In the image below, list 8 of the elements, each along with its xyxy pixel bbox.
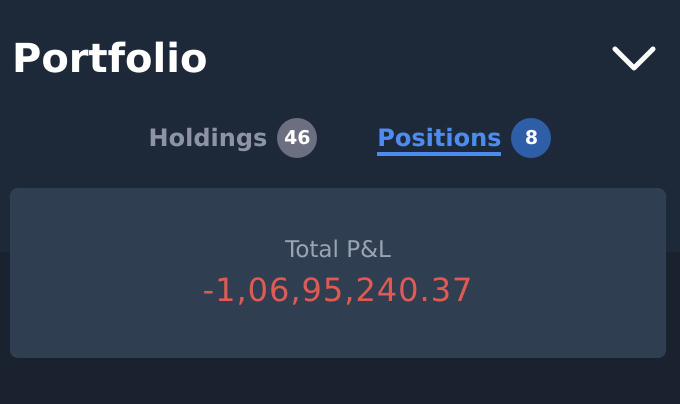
tab[interactable]: Positions 8 bbox=[377, 118, 552, 172]
pnl-label: Total P&L bbox=[285, 237, 391, 263]
tab[interactable]: Holdings 46 bbox=[148, 118, 318, 172]
pnl-value: -1,06,95,240.37 bbox=[202, 271, 474, 309]
chevron-down-icon[interactable] bbox=[612, 46, 656, 72]
count-badge: 8 bbox=[511, 118, 552, 158]
page-title: Portfolio bbox=[12, 36, 208, 82]
count-badge: 46 bbox=[277, 118, 318, 158]
